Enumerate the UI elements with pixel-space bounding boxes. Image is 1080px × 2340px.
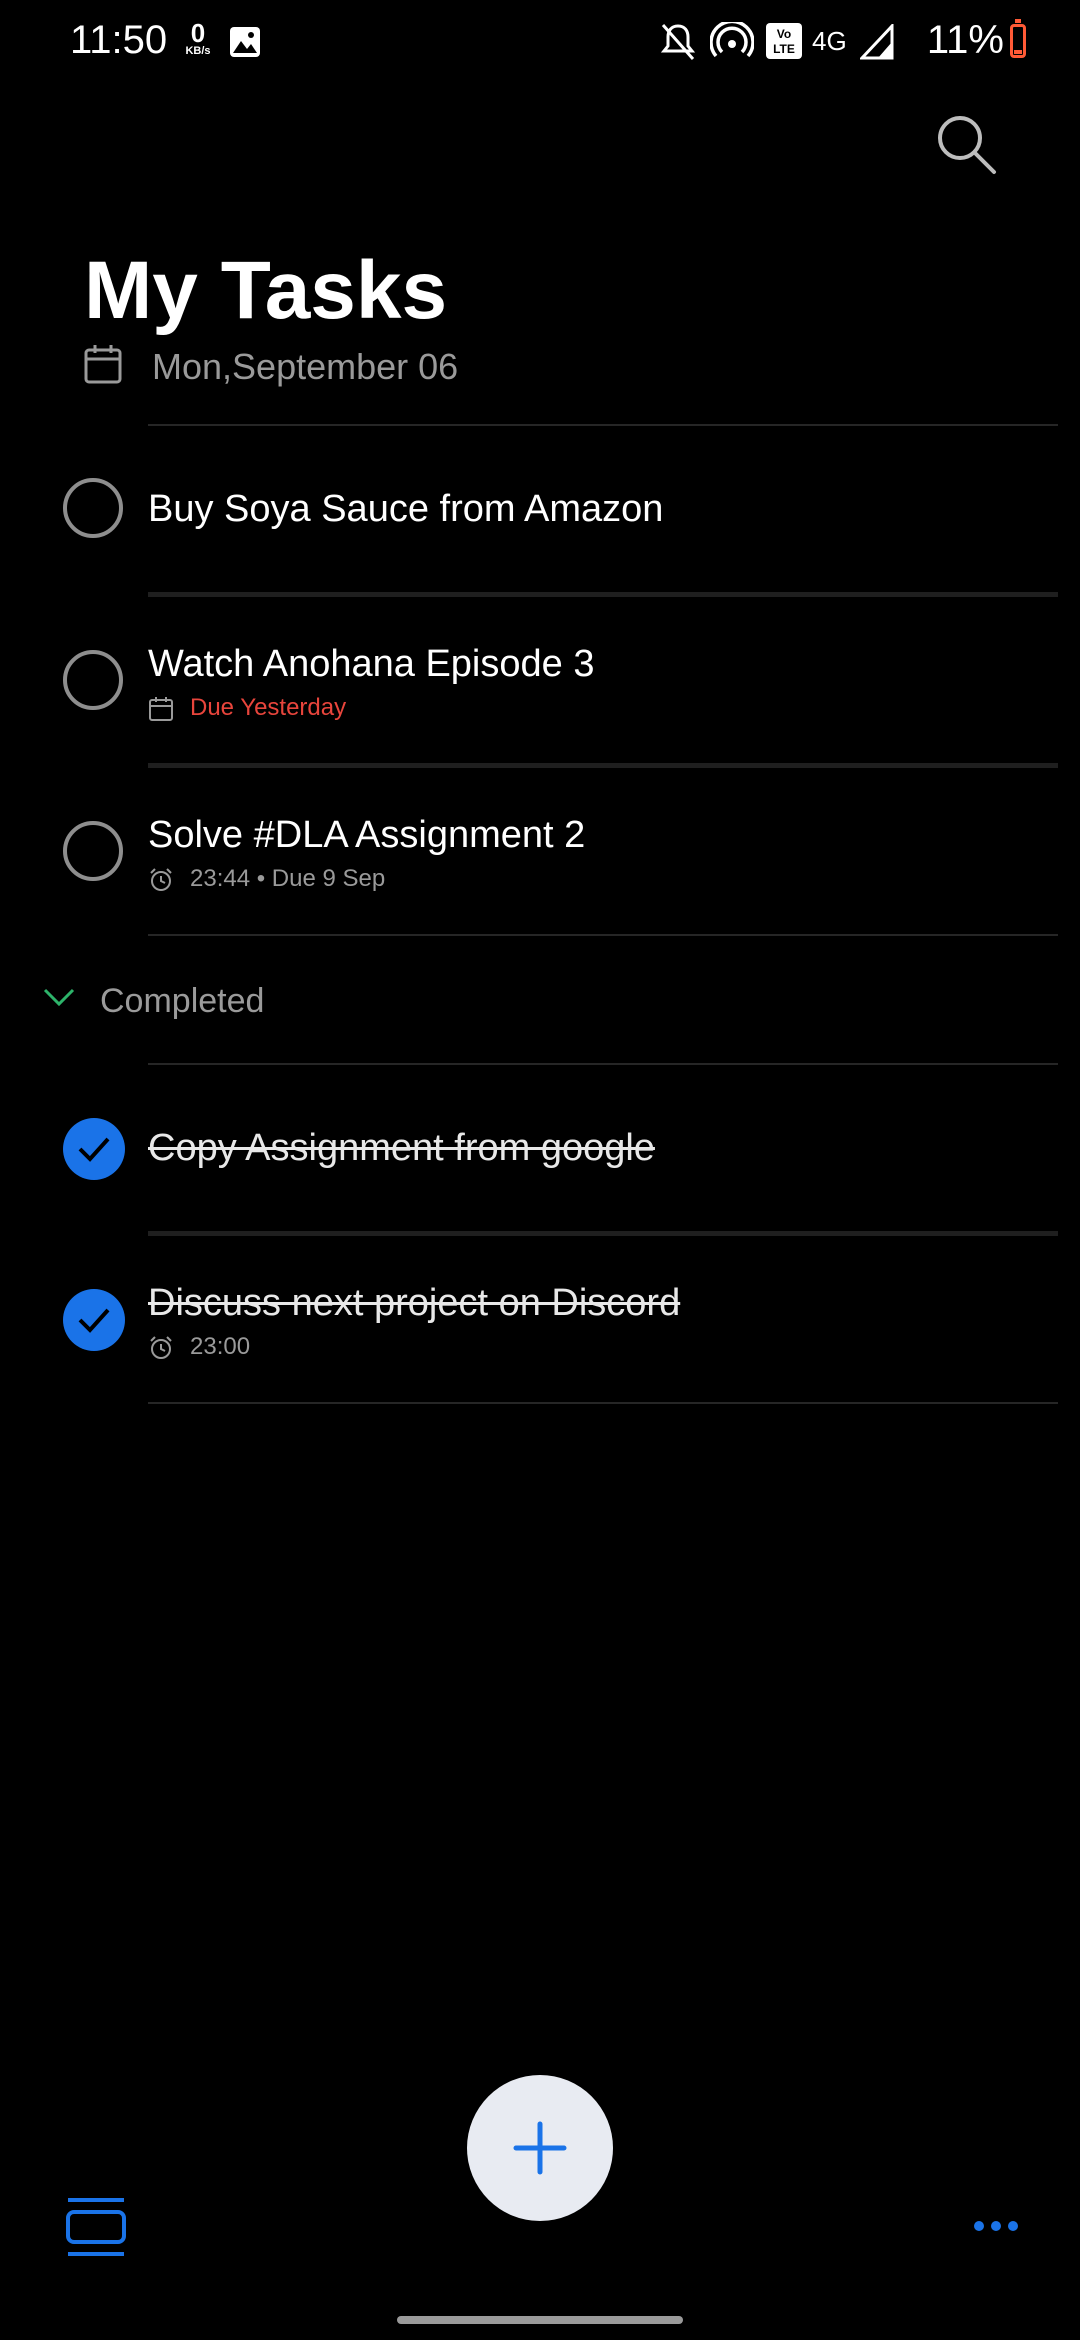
add-task-button[interactable] [467, 2075, 613, 2221]
battery-icon [1010, 19, 1026, 58]
signal-icon [860, 24, 894, 60]
hotspot-icon [710, 22, 754, 58]
alarm-icon [150, 868, 172, 891]
search-button[interactable] [932, 110, 1002, 180]
checkmark-icon [78, 1308, 110, 1333]
more-horizontal-icon [974, 2221, 1018, 2231]
task-title: Discuss next project on Discord [148, 1282, 681, 1324]
task-item[interactable]: Solve #DLA Assignment 2 23:44 • Due 9 Se… [0, 768, 1080, 936]
mute-icon [660, 24, 696, 60]
task-checkbox[interactable] [63, 821, 123, 881]
net-speed-unit: KB/s [185, 45, 211, 57]
task-item[interactable]: Watch Anohana Episode 3 Due Yesterday [0, 597, 1080, 765]
completed-label: Completed [100, 982, 265, 1020]
task-checkbox-checked[interactable] [63, 1118, 125, 1180]
task-title: Buy Soya Sauce from Amazon [148, 488, 664, 530]
task-checkbox[interactable] [63, 650, 123, 710]
home-indicator[interactable] [397, 2316, 683, 2324]
calendar-icon [84, 345, 122, 384]
volte-icon: Vo LTE [766, 23, 802, 59]
checkmark-icon [78, 1137, 110, 1162]
divider [148, 934, 1058, 936]
status-time: 11:50 [70, 18, 168, 62]
calendar-icon [149, 697, 173, 721]
page-title: My Tasks [84, 245, 448, 336]
task-due-text: Due Yesterday [190, 694, 347, 721]
svg-text:Vo: Vo [777, 27, 791, 41]
task-checkbox[interactable] [63, 478, 123, 538]
svg-text:LTE: LTE [773, 42, 795, 56]
divider [148, 1402, 1058, 1404]
lists-icon [66, 2198, 126, 2256]
more-options-button[interactable] [972, 2218, 1020, 2239]
net-speed-value: 0 [190, 18, 206, 48]
completed-task-item[interactable]: Copy Assignment from google [0, 1065, 1080, 1233]
task-title: Solve #DLA Assignment 2 [148, 814, 586, 856]
chevron-down-icon [43, 988, 75, 1007]
lists-button[interactable] [64, 2196, 128, 2265]
plus-icon [513, 2121, 567, 2175]
gallery-notification-icon [230, 27, 260, 57]
task-title: Watch Anohana Episode 3 [148, 643, 595, 685]
net-speed: 0 KB/s [178, 20, 218, 57]
task-reminder-text: 23:44 • Due 9 Sep [190, 865, 386, 892]
alarm-icon [150, 1336, 172, 1359]
completed-task-item[interactable]: Discuss next project on Discord 23:00 [0, 1236, 1080, 1404]
task-reminder-text: 23:00 [190, 1333, 251, 1360]
task-checkbox-checked[interactable] [63, 1289, 125, 1351]
header-date: Mon,September 06 [152, 346, 459, 387]
network-type: 4G [812, 26, 847, 56]
status-bar: 11:50 0 KB/s Vo LTE 4G 11% [0, 0, 1080, 90]
completed-section-toggle[interactable]: Completed [0, 966, 1080, 1036]
task-item[interactable]: Buy Soya Sauce from Amazon [0, 426, 1080, 594]
battery-percent: 11% [926, 18, 1004, 62]
task-title: Copy Assignment from google [148, 1127, 655, 1169]
search-icon [938, 116, 996, 174]
